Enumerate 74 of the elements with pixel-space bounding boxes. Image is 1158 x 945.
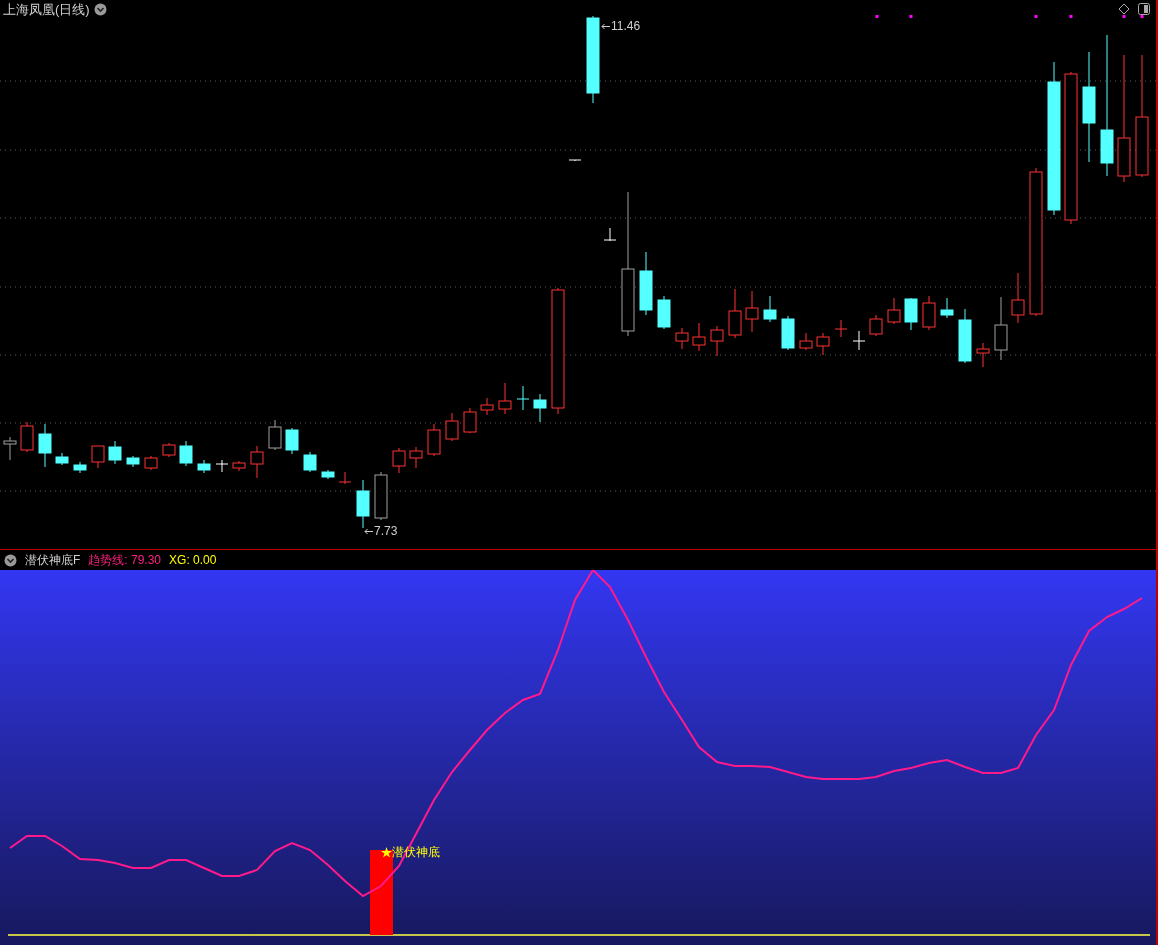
candlestick <box>179 440 193 467</box>
candlestick <box>816 332 830 356</box>
candlestick <box>940 297 954 319</box>
candlestick <box>1011 272 1025 324</box>
candlestick <box>55 452 69 466</box>
signal-marker <box>1122 15 1126 18</box>
candlestick <box>958 308 972 364</box>
candlestick <box>498 382 512 415</box>
candlestick <box>3 436 17 461</box>
candlestick <box>197 459 211 474</box>
candlestick <box>887 297 901 325</box>
candlestick <box>232 460 246 472</box>
chart-title: 上海凤凰(日线) <box>3 1 90 19</box>
candlestick <box>728 288 742 339</box>
candlestick <box>976 342 990 368</box>
candlestick <box>427 423 441 457</box>
candlestick <box>568 159 582 162</box>
candlestick <box>321 469 335 480</box>
dropdown-icon[interactable] <box>93 3 107 17</box>
candlestick <box>516 385 530 411</box>
candlestick <box>91 445 105 469</box>
signal-marker <box>1034 15 1038 18</box>
low-price-label: 7.73 <box>374 523 398 540</box>
candlestick <box>692 322 706 352</box>
signal-marker <box>1140 15 1144 18</box>
candlestick <box>603 227 617 242</box>
candlestick <box>73 461 87 474</box>
candlestick <box>445 412 459 442</box>
signal-marker <box>909 15 913 18</box>
candlestick <box>303 451 317 473</box>
candlestick <box>250 445 264 479</box>
candlestick <box>745 290 759 333</box>
candlestick <box>781 315 795 351</box>
candlestick <box>994 296 1008 361</box>
candlestick <box>409 446 423 469</box>
left-arrow-icon <box>601 22 610 30</box>
candlestick <box>710 325 724 357</box>
candlestick <box>533 393 547 423</box>
candlestick <box>904 297 918 331</box>
candlestick <box>763 295 777 323</box>
candlestick <box>922 295 936 331</box>
candlestick <box>657 295 671 330</box>
star-icon <box>381 846 392 858</box>
candlestick <box>338 471 352 485</box>
high-price-label: 11.46 <box>611 18 641 35</box>
candlestick <box>639 251 653 316</box>
candlestick <box>20 421 34 453</box>
candlestick <box>162 442 176 458</box>
candlestick <box>675 327 689 350</box>
candlestick <box>392 447 406 474</box>
candlestick <box>463 407 477 434</box>
signal-marker <box>875 15 879 18</box>
candlestick <box>268 419 282 451</box>
candlestick <box>869 314 883 337</box>
indicator-reading: XG: 0.00 <box>169 552 217 569</box>
candlestick <box>356 479 370 529</box>
candlestick <box>108 440 122 465</box>
candlestick <box>374 471 388 521</box>
left-arrow-icon <box>364 527 373 535</box>
indicator-name: 潜伏神底F <box>25 552 81 569</box>
candlestick <box>852 330 866 351</box>
candlestick <box>285 427 299 455</box>
panel-toggle-icon[interactable] <box>1138 3 1150 15</box>
candlestick <box>38 423 52 468</box>
dropdown-icon[interactable] <box>4 553 17 567</box>
diamond-icon[interactable] <box>1118 3 1130 15</box>
signal-marker <box>1069 15 1073 18</box>
candlestick <box>834 319 848 338</box>
candlestick <box>799 332 813 351</box>
candlestick <box>480 397 494 416</box>
candlestick <box>126 455 140 468</box>
candlestick <box>215 459 229 473</box>
indicator-reading: 趋势线: 79.30 <box>88 552 162 569</box>
candlestick <box>144 455 158 471</box>
